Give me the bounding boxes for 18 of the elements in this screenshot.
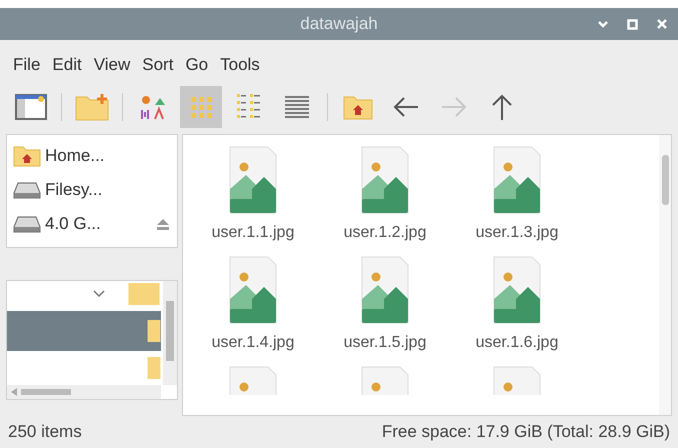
window-title: datawajah (300, 13, 378, 36)
place-item[interactable]: Home... (7, 138, 177, 172)
image-file-tile[interactable]: user.1.6.jpg (451, 254, 583, 360)
image-file-tile[interactable]: user.1.2.jpg (319, 144, 451, 250)
image-file-tile[interactable]: user.1.1.jpg (187, 144, 319, 250)
menu-item[interactable]: View (90, 52, 134, 78)
free-space: Free space: 17.9 GiB (Total: 28.9 GiB) (382, 421, 670, 444)
menu-item[interactable]: Sort (139, 52, 176, 78)
image-file-tile[interactable]: user.1.3.jpg (451, 144, 583, 250)
menu-item[interactable]: Tools (217, 52, 263, 78)
place-item[interactable]: Filesy... (7, 172, 177, 206)
image-file-tile[interactable]: user.1.5.jpg (319, 254, 451, 360)
place-item[interactable]: 4.0 G... (7, 206, 177, 240)
menu-item[interactable]: File (10, 52, 44, 78)
item-count: 250 items (8, 421, 82, 444)
menu-item[interactable]: Go (182, 52, 212, 78)
menu-item[interactable]: Edit (49, 52, 85, 78)
image-file-tile[interactable]: user.1.4.jpg (187, 254, 319, 360)
